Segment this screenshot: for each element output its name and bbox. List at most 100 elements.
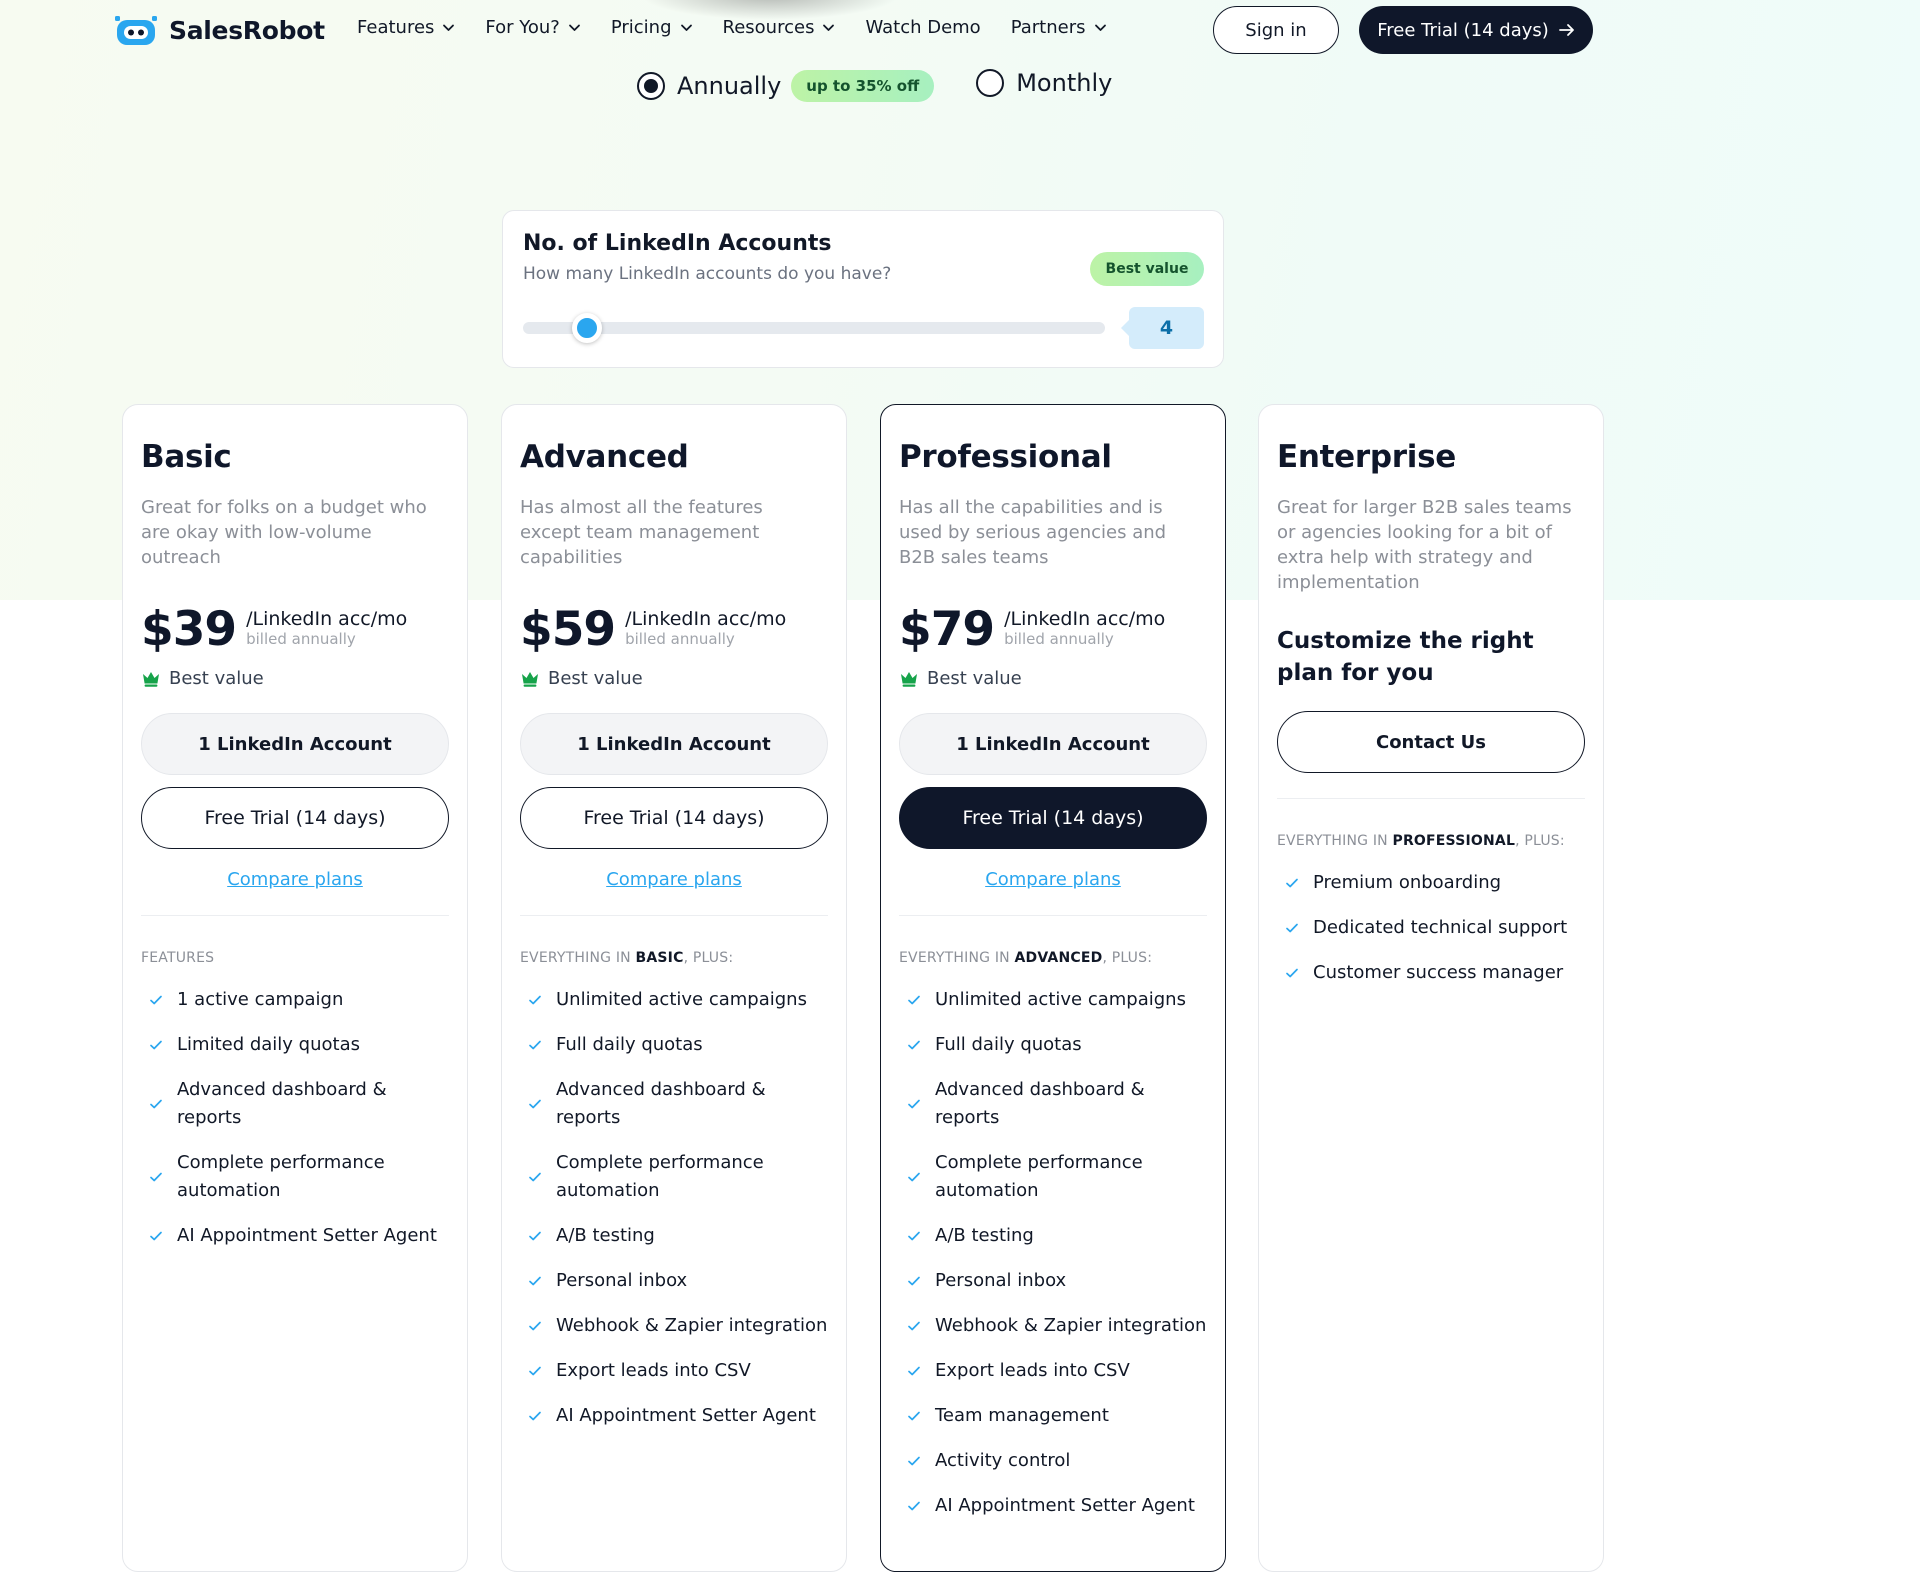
customize-plan-title: Customize the right plan for you <box>1277 628 1534 686</box>
nav-link-pricing[interactable]: Pricing <box>611 17 693 38</box>
plan-name: Enterprise <box>1277 439 1456 475</box>
monthly-radio[interactable] <box>976 69 1005 97</box>
chevron-down-icon <box>823 24 835 31</box>
feature-label: Limited daily quotas <box>177 1034 360 1055</box>
billing-note: billed annually <box>246 630 356 648</box>
nav-link-label: Partners <box>1010 17 1086 38</box>
check-icon <box>1286 968 1298 978</box>
feature-label: Unlimited active campaigns <box>935 989 1186 1010</box>
plan-name: Advanced <box>520 439 689 475</box>
price-row: $79/LinkedIn acc/mo billed annually <box>899 604 1207 656</box>
sign-in-button[interactable]: Sign in <box>1213 6 1339 54</box>
features-heading: EVERYTHING IN ADVANCED, PLUS: <box>899 950 1207 966</box>
check-icon <box>529 1411 541 1421</box>
plan-card-enterprise: Enterprise Great for larger B2B sales tea… <box>1258 404 1604 1572</box>
annually-label[interactable]: Annually <box>677 72 781 100</box>
compare-plans-link[interactable]: Compare plans <box>520 869 828 890</box>
feature-label: Premium onboarding <box>1313 872 1502 893</box>
nav-link-partners[interactable]: Partners <box>1011 17 1107 38</box>
top-navbar: SalesRobot Features For You? Pricing Resour… <box>0 0 1920 60</box>
feature-label: AI Appointment Setter Agent <box>177 1225 437 1246</box>
price-unit: /LinkedIn acc/mo <box>1004 608 1166 630</box>
feature-label: Complete performance automation <box>935 1152 1143 1201</box>
compare-plans-link[interactable]: Compare plans <box>141 869 449 890</box>
linkedin-account-button[interactable]: 1 LinkedIn Account <box>520 713 828 775</box>
chevron-down-icon <box>1094 24 1106 31</box>
brand-logo[interactable]: SalesRobot <box>113 13 325 47</box>
price-meta: /LinkedIn acc/mo billed annually <box>246 608 407 648</box>
billing-note: billed annually <box>1004 630 1114 648</box>
check-icon <box>150 1231 162 1241</box>
section-divider <box>1277 798 1585 799</box>
monthly-label[interactable]: Monthly <box>1016 69 1112 97</box>
check-icon <box>150 1099 162 1109</box>
nav-link-watch-demo[interactable]: Watch Demo <box>865 17 980 38</box>
features-heading-prefix: EVERYTHING IN <box>520 950 636 966</box>
feature-item: Webhook & Zapier integration <box>520 1312 828 1340</box>
feature-list: Unlimited active campaigns Full daily quo… <box>520 986 828 1430</box>
nav-link-for-you[interactable]: For You? <box>485 17 580 38</box>
features-heading-plan: BASIC <box>635 950 684 966</box>
check-icon <box>908 1040 920 1050</box>
price-meta: /LinkedIn acc/mo billed annually <box>1004 608 1165 648</box>
best-value-row: Best value <box>899 668 1207 689</box>
best-value-badge: Best value <box>1090 252 1204 286</box>
feature-item: Advanced dashboard & reports <box>899 1076 1207 1132</box>
feature-label: AI Appointment Setter Agent <box>556 1405 816 1426</box>
feature-label: Webhook & Zapier integration <box>556 1315 828 1336</box>
accounts-slider-thumb[interactable] <box>572 313 603 343</box>
free-trial-button[interactable]: Free Trial (14 days) <box>141 787 449 849</box>
feature-label: Personal inbox <box>935 1270 1067 1291</box>
feature-item: Customer success manager <box>1277 959 1585 987</box>
nav-link-features[interactable]: Features <box>357 17 455 38</box>
free-trial-button[interactable]: Free Trial (14 days) <box>520 787 828 849</box>
accounts-slider-track[interactable] <box>523 322 1105 334</box>
nav-links: Features For You? Pricing Resources Watch De… <box>357 17 1137 38</box>
features-heading-suffix: , PLUS: <box>1515 833 1565 849</box>
best-value-row: Best value <box>520 668 828 689</box>
feature-label: A/B testing <box>556 1225 655 1246</box>
plan-name: Professional <box>899 439 1112 475</box>
monthly-option[interactable]: Monthly <box>976 69 1112 97</box>
best-value-row: Best value <box>141 668 449 689</box>
plan-card-body: Basic Great for folks on a budget who are… <box>123 405 467 1250</box>
section-divider <box>899 915 1207 916</box>
feature-item: AI Appointment Setter Agent <box>520 1402 828 1430</box>
feature-list: Premium onboarding Dedicated technical su… <box>1277 869 1585 987</box>
plan-card-basic: Basic Great for folks on a budget who are… <box>122 404 468 1572</box>
nav-free-trial-label: Free Trial (14 days) <box>1377 19 1549 41</box>
billing-toggle: Annually up to 35% off Monthly <box>637 69 1112 102</box>
accounts-count[interactable]: 4 <box>1121 307 1204 349</box>
linkedin-accounts-card: No. of LinkedIn Accounts How many Linked… <box>502 210 1224 368</box>
feature-item: Advanced dashboard & reports <box>141 1076 449 1132</box>
feature-label: Team management <box>935 1405 1109 1426</box>
feature-item: 1 active campaign <box>141 986 449 1014</box>
feature-item: Personal inbox <box>899 1267 1207 1295</box>
compare-plans-link[interactable]: Compare plans <box>899 869 1207 890</box>
plan-card-professional: Professional Has all the capabilities and… <box>880 404 1226 1572</box>
nav-link-label: Watch Demo <box>865 17 981 38</box>
linkedin-account-button[interactable]: 1 LinkedIn Account <box>899 713 1207 775</box>
feature-item: A/B testing <box>899 1222 1207 1250</box>
feature-label: Full daily quotas <box>935 1034 1082 1055</box>
feature-item: Complete performance automation <box>520 1149 828 1205</box>
plan-card-body: Enterprise Great for larger B2B sales tea… <box>1259 405 1603 987</box>
feature-item: Unlimited active campaigns <box>899 986 1207 1014</box>
price-unit: /LinkedIn acc/mo <box>625 608 787 630</box>
feature-label: Advanced dashboard & reports <box>556 1079 766 1128</box>
check-icon <box>529 1099 541 1109</box>
plan-card-body: Advanced Has almost all the features exce… <box>502 405 846 1430</box>
nav-free-trial-button[interactable]: Free Trial (14 days) <box>1359 6 1593 54</box>
feature-label: Complete performance automation <box>556 1152 764 1201</box>
plan-card-advanced: Advanced Has almost all the features exce… <box>501 404 847 1572</box>
linkedin-account-button[interactable]: 1 LinkedIn Account <box>141 713 449 775</box>
plan-description: Great for folks on a budget who are okay… <box>141 497 427 568</box>
annually-radio[interactable] <box>637 72 665 100</box>
check-icon <box>529 1276 541 1286</box>
free-trial-button[interactable]: Free Trial (14 days) <box>899 787 1207 849</box>
feature-item: Webhook & Zapier integration <box>899 1312 1207 1340</box>
nav-link-resources[interactable]: Resources <box>723 17 836 38</box>
contact-us-button[interactable]: Contact Us <box>1277 711 1585 773</box>
feature-item: AI Appointment Setter Agent <box>899 1492 1207 1520</box>
chevron-down-icon <box>443 24 455 31</box>
